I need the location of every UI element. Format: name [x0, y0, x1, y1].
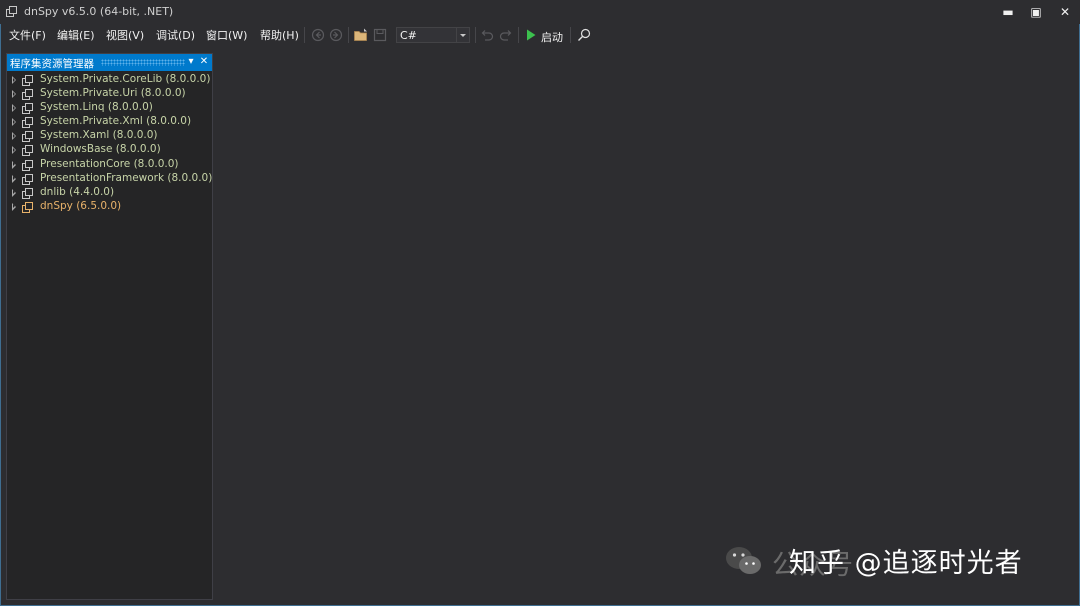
redo-icon[interactable] [498, 27, 514, 43]
save-icon[interactable] [372, 27, 388, 43]
toolbar-separator [348, 27, 349, 43]
expand-arrow-icon[interactable] [12, 188, 16, 197]
assembly-name: dnlib (4.4.0.0) [40, 185, 115, 198]
assembly-icon [22, 89, 33, 101]
menu-edit[interactable]: 编辑(E) [57, 27, 95, 43]
expand-arrow-icon[interactable] [12, 160, 16, 169]
assembly-tree: System.Private.CoreLib (8.0.0.0) System.… [7, 73, 212, 214]
panel-options-button[interactable]: ▾ [185, 55, 197, 69]
list-item[interactable]: System.Private.CoreLib (8.0.0.0) [7, 73, 212, 87]
menu-window[interactable]: 窗口(W) [206, 27, 247, 43]
assembly-icon [22, 201, 33, 213]
app-icon [6, 6, 17, 17]
toolbar-separator [304, 27, 305, 43]
undo-icon[interactable] [479, 27, 495, 43]
panel-header[interactable]: 程序集资源管理器 ▾ ✕ [7, 54, 212, 71]
list-item[interactable]: dnlib (4.4.0.0) [7, 186, 212, 200]
menu-help[interactable]: 帮助(H) [260, 27, 299, 43]
list-item[interactable]: System.Private.Uri (8.0.0.0) [7, 87, 212, 101]
assembly-icon [22, 75, 33, 86]
assembly-icon [22, 131, 33, 143]
expand-arrow-icon[interactable] [12, 118, 16, 127]
assembly-icon [22, 103, 33, 115]
expand-arrow-icon[interactable] [12, 104, 16, 113]
list-item[interactable]: System.Xaml (8.0.0.0) [7, 129, 212, 143]
assembly-icon [22, 173, 33, 185]
expand-arrow-icon[interactable] [12, 90, 16, 99]
language-value: C# [400, 29, 417, 42]
expand-arrow-icon[interactable] [12, 132, 16, 141]
toolbar-separator [518, 27, 519, 43]
expand-arrow-icon[interactable] [12, 76, 16, 84]
assembly-name: System.Private.CoreLib (8.0.0.0) [40, 73, 211, 85]
panel-grip[interactable] [101, 59, 185, 66]
maximize-button[interactable]: ▣ [1026, 4, 1046, 20]
list-item[interactable]: System.Linq (8.0.0.0) [7, 101, 212, 115]
list-item[interactable]: System.Private.Xml (8.0.0.0) [7, 115, 212, 129]
toolbar-separator [570, 27, 571, 43]
document-area[interactable] [214, 53, 1076, 600]
minimize-button[interactable]: ▬ [998, 4, 1018, 20]
chevron-down-icon[interactable] [456, 28, 469, 42]
toolbar-separator [475, 27, 476, 43]
assembly-name: WindowsBase (8.0.0.0) [40, 143, 161, 156]
window-title: dnSpy v6.5.0 (64-bit, .NET) [24, 5, 174, 18]
wechat-icon [726, 547, 761, 574]
assembly-icon [22, 159, 33, 171]
assembly-name: PresentationCore (8.0.0.0) [40, 157, 179, 170]
expand-arrow-icon[interactable] [12, 146, 16, 155]
open-file-icon[interactable] [353, 27, 369, 43]
assembly-icon [22, 187, 33, 199]
list-item[interactable]: dnSpy (6.5.0.0) [7, 200, 212, 214]
assembly-name: System.Private.Uri (8.0.0.0) [40, 87, 186, 100]
forward-icon[interactable] [328, 27, 344, 43]
panel-title: 程序集资源管理器 [10, 58, 94, 70]
list-item[interactable]: PresentationCore (8.0.0.0) [7, 158, 212, 172]
assembly-name: System.Linq (8.0.0.0) [40, 101, 153, 114]
title-bar[interactable]: dnSpy v6.5.0 (64-bit, .NET) ▬ ▣ ✕ [0, 0, 1080, 24]
watermark-text: 知乎 @追逐时光者 [789, 548, 1023, 579]
assembly-name: System.Xaml (8.0.0.0) [40, 129, 158, 142]
assembly-explorer-panel: 程序集资源管理器 ▾ ✕ System.Private.CoreLib (8.0… [6, 53, 213, 600]
assembly-name: PresentationFramework (8.0.0.0) [40, 171, 213, 184]
expand-arrow-icon[interactable] [12, 202, 16, 211]
menu-view[interactable]: 视图(V) [106, 27, 144, 43]
play-icon[interactable] [523, 27, 539, 43]
assembly-name: dnSpy (6.5.0.0) [40, 199, 122, 212]
assembly-name: System.Private.Xml (8.0.0.0) [40, 115, 192, 128]
assembly-icon [22, 145, 33, 157]
list-item[interactable]: WindowsBase (8.0.0.0) [7, 143, 212, 157]
language-select[interactable]: C# [396, 27, 470, 43]
menu-debug[interactable]: 调试(D) [156, 27, 195, 43]
menu-bar: 文件(F) 编辑(E) 视图(V) 调试(D) 窗口(W) 帮助(H) [0, 24, 1080, 46]
back-icon[interactable] [310, 27, 326, 43]
list-item[interactable]: PresentationFramework (8.0.0.0) [7, 172, 212, 186]
search-icon[interactable] [576, 27, 592, 43]
close-button[interactable]: ✕ [1055, 4, 1075, 20]
menu-file[interactable]: 文件(F) [9, 27, 46, 43]
start-button[interactable]: 启动 [541, 29, 563, 45]
panel-close-button[interactable]: ✕ [198, 55, 210, 69]
assembly-icon [22, 117, 33, 129]
expand-arrow-icon[interactable] [12, 174, 16, 183]
